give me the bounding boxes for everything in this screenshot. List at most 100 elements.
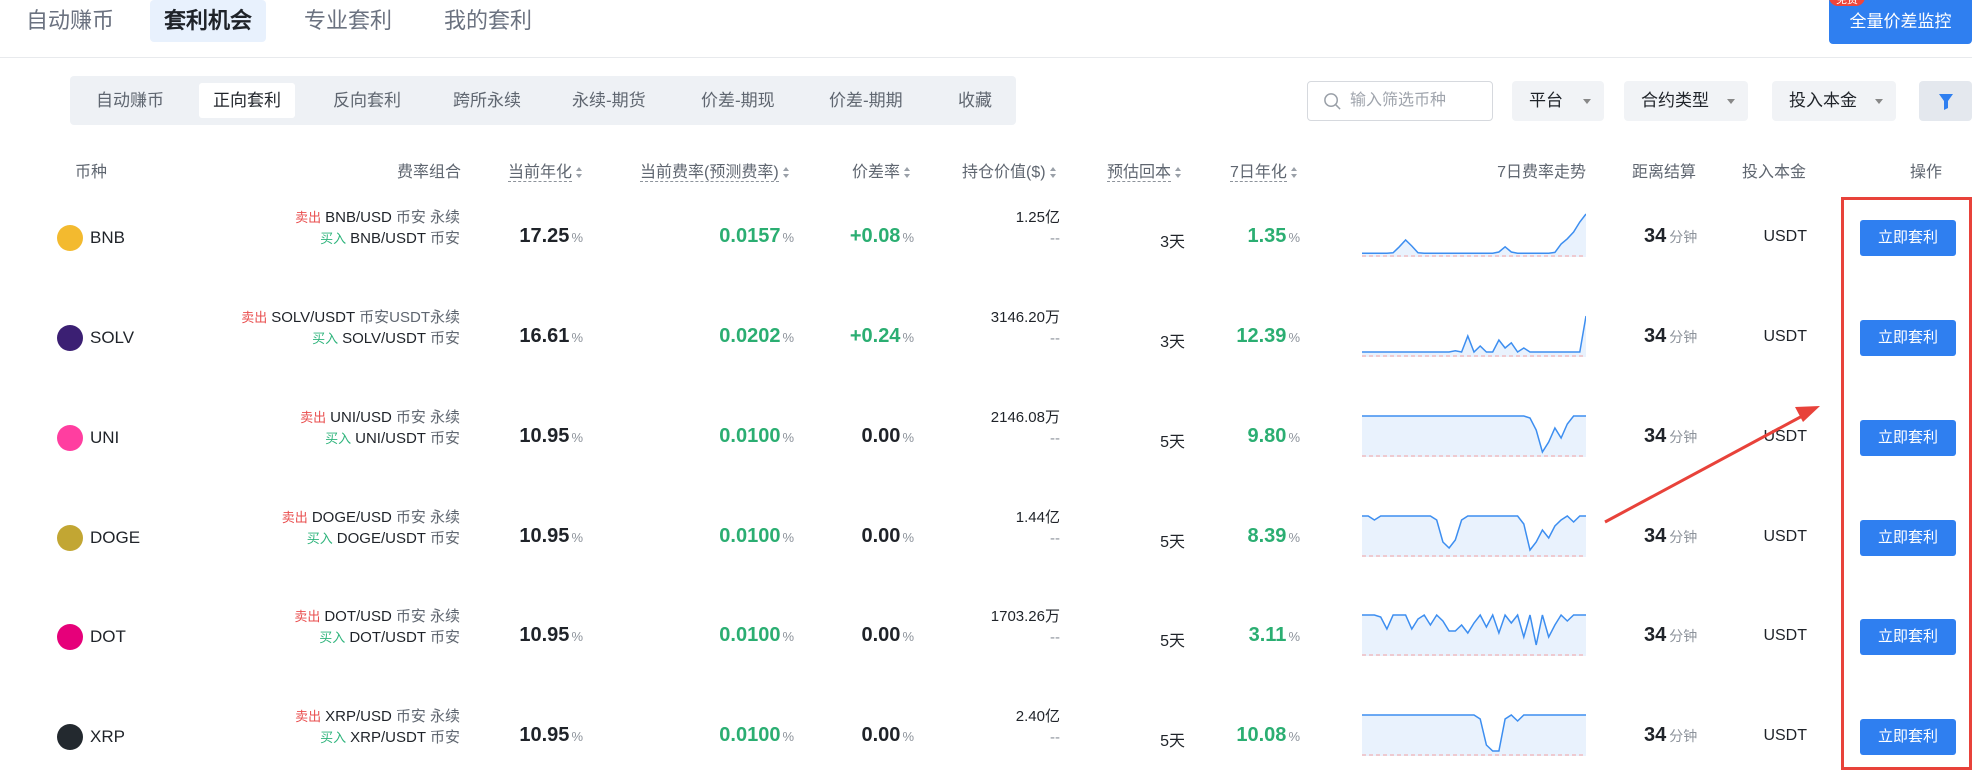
holding-value: 1703.26万 -- bbox=[991, 606, 1060, 648]
sort-icon bbox=[1049, 166, 1056, 179]
sell-exchange: 币安 永续 bbox=[395, 708, 460, 725]
subtab-spread-futures-futures[interactable]: 价差-期期 bbox=[815, 83, 917, 118]
col-header-current-annual[interactable]: 当前年化 bbox=[508, 158, 583, 182]
current-rate-number: 0.0100 bbox=[719, 425, 781, 447]
current-annual-value: 16.61% bbox=[519, 325, 583, 348]
holding-placeholder: -- bbox=[1050, 430, 1060, 447]
holding-placeholder: -- bbox=[1050, 629, 1060, 646]
current-annual-number: 10.95 bbox=[519, 624, 570, 646]
filter-button[interactable] bbox=[1919, 81, 1972, 121]
new-badge: 免费 bbox=[1829, 0, 1865, 6]
pct-unit: % bbox=[902, 430, 914, 445]
pct-unit: % bbox=[902, 230, 914, 245]
capital-dropdown[interactable]: 投入本金 bbox=[1772, 81, 1896, 121]
coin-search-input[interactable] bbox=[1350, 90, 1486, 112]
pct-unit: % bbox=[571, 430, 583, 445]
col-header-est-payback[interactable]: 预估回本 bbox=[1107, 158, 1182, 182]
holding-placeholder: -- bbox=[1050, 230, 1060, 247]
subtab-auto-earn[interactable]: 自动赚币 bbox=[82, 83, 178, 118]
sell-label: 卖出 bbox=[241, 310, 268, 325]
holding-value: 1.44亿 -- bbox=[1016, 507, 1060, 549]
pct-unit: % bbox=[782, 629, 794, 644]
buy-leg: 买入 DOGE/USDT 币安 bbox=[282, 528, 460, 549]
col-header-current-rate[interactable]: 当前费率(预测费率) bbox=[640, 158, 789, 182]
rate-combo: 卖出 DOGE/USD 币安 永续 买入 DOGE/USDT 币安 bbox=[282, 507, 460, 549]
holding-amount: 2.40亿 bbox=[1015, 708, 1060, 725]
sell-label: 卖出 bbox=[295, 709, 322, 724]
col-header-7d-annual[interactable]: 7日年化 bbox=[1230, 158, 1297, 182]
current-annual-number: 16.61 bbox=[519, 325, 570, 347]
subtab-spread-spot-futures[interactable]: 价差-期现 bbox=[687, 83, 789, 118]
full-spread-monitor-button[interactable]: 全量价差监控 bbox=[1829, 0, 1972, 44]
sell-pair: UNI/USD bbox=[330, 409, 392, 426]
buy-exchange: 币安 bbox=[429, 330, 460, 347]
subtab-favorites[interactable]: 收藏 bbox=[944, 83, 1006, 118]
capital-currency: USDT bbox=[1763, 328, 1807, 345]
spread-rate-value: 0.00% bbox=[862, 724, 915, 747]
col-header-current-rate-label: 当前费率(预测费率) bbox=[640, 164, 779, 182]
7d-rate-trend-sparkline bbox=[1362, 515, 1586, 557]
sort-icon bbox=[576, 166, 583, 179]
holding-value: 1.25亿 -- bbox=[1016, 207, 1060, 249]
nav-tab-auto-earn[interactable]: 自动赚币 bbox=[12, 0, 128, 42]
nav-tab-my-arbitrage[interactable]: 我的套利 bbox=[430, 0, 546, 42]
current-rate-value: 0.0157% bbox=[719, 225, 794, 248]
sort-icon bbox=[1290, 166, 1297, 179]
col-header-holding-value[interactable]: 持仓价值($) bbox=[962, 158, 1056, 182]
current-annual-number: 10.95 bbox=[519, 525, 570, 547]
subtab-reverse-arbitrage[interactable]: 反向套利 bbox=[319, 83, 415, 118]
capital-currency: USDT bbox=[1763, 428, 1807, 445]
capital-currency: USDT bbox=[1763, 228, 1807, 245]
minutes-unit: 分钟 bbox=[1669, 529, 1698, 545]
pct-unit: % bbox=[1288, 629, 1300, 644]
sell-pair: BNB/USD bbox=[325, 209, 392, 226]
nav-tab-arbitrage-opportunities[interactable]: 套利机会 bbox=[150, 0, 267, 42]
sparkline-area bbox=[1362, 416, 1586, 457]
top-nav: 自动赚币 套利机会 专业套利 我的套利 全量价差监控 免费 bbox=[0, 0, 1972, 58]
sparkline-area bbox=[1362, 715, 1586, 756]
settle-number: 34 bbox=[1644, 325, 1667, 347]
contract-type-dropdown[interactable]: 合约类型 bbox=[1624, 81, 1748, 121]
est-payback-days: 5天 bbox=[1160, 534, 1185, 551]
buy-label: 买入 bbox=[319, 630, 346, 645]
7d-annual-value: 3.11% bbox=[1249, 624, 1300, 647]
est-payback-days: 5天 bbox=[1160, 733, 1185, 750]
subtab-forward-arbitrage[interactable]: 正向套利 bbox=[199, 83, 295, 118]
col-header-spread-rate-label: 价差率 bbox=[852, 164, 901, 181]
strategy-subtabs: 自动赚币 正向套利 反向套利 跨所永续 永续-期货 价差-期现 价差-期期 收藏 bbox=[70, 76, 1016, 125]
current-annual-number: 10.95 bbox=[519, 425, 570, 447]
est-payback-days: 3天 bbox=[1160, 234, 1185, 251]
current-rate-value: 0.0100% bbox=[719, 624, 794, 647]
7d-annual-number: 1.35 bbox=[1247, 225, 1287, 247]
col-header-spread-rate[interactable]: 价差率 bbox=[852, 158, 911, 182]
7d-annual-value: 9.80% bbox=[1248, 425, 1301, 448]
buy-exchange: 币安 bbox=[429, 230, 460, 247]
platform-dropdown[interactable]: 平台 bbox=[1512, 81, 1604, 121]
pct-unit: % bbox=[1288, 330, 1300, 345]
pct-unit: % bbox=[782, 430, 794, 445]
holding-value: 2.40亿 -- bbox=[1016, 706, 1060, 748]
sell-leg: 卖出 BNB/USD 币安 永续 bbox=[295, 207, 460, 228]
current-rate-value: 0.0100% bbox=[719, 525, 794, 548]
settle-number: 34 bbox=[1644, 525, 1667, 547]
buy-pair: DOT/USDT bbox=[349, 629, 426, 646]
sell-leg: 卖出 SOLV/USDT 币安USDT永续 bbox=[241, 307, 460, 328]
spread-rate-number: 0.00 bbox=[861, 525, 901, 547]
pct-unit: % bbox=[782, 230, 794, 245]
holding-amount: 1.44亿 bbox=[1015, 509, 1060, 526]
contract-type-dropdown-label: 合约类型 bbox=[1641, 91, 1709, 110]
buy-exchange: 币安 bbox=[429, 629, 460, 646]
sparkline-area bbox=[1362, 615, 1586, 656]
pct-unit: % bbox=[571, 729, 583, 744]
col-header-current-annual-label: 当前年化 bbox=[508, 164, 573, 182]
nav-tab-pro-arbitrage[interactable]: 专业套利 bbox=[290, 0, 406, 42]
sell-exchange: 币安USDT永续 bbox=[359, 309, 460, 326]
subtab-cross-exchange-perp[interactable]: 跨所永续 bbox=[439, 83, 535, 118]
buy-pair: UNI/USDT bbox=[355, 430, 426, 447]
pct-unit: % bbox=[902, 530, 914, 545]
annotation-highlight-box bbox=[1841, 197, 1972, 770]
subtab-perp-futures[interactable]: 永续-期货 bbox=[558, 83, 660, 118]
sell-exchange: 币安 永续 bbox=[395, 608, 460, 625]
7d-annual-value: 10.08% bbox=[1236, 724, 1300, 747]
pct-unit: % bbox=[782, 330, 794, 345]
